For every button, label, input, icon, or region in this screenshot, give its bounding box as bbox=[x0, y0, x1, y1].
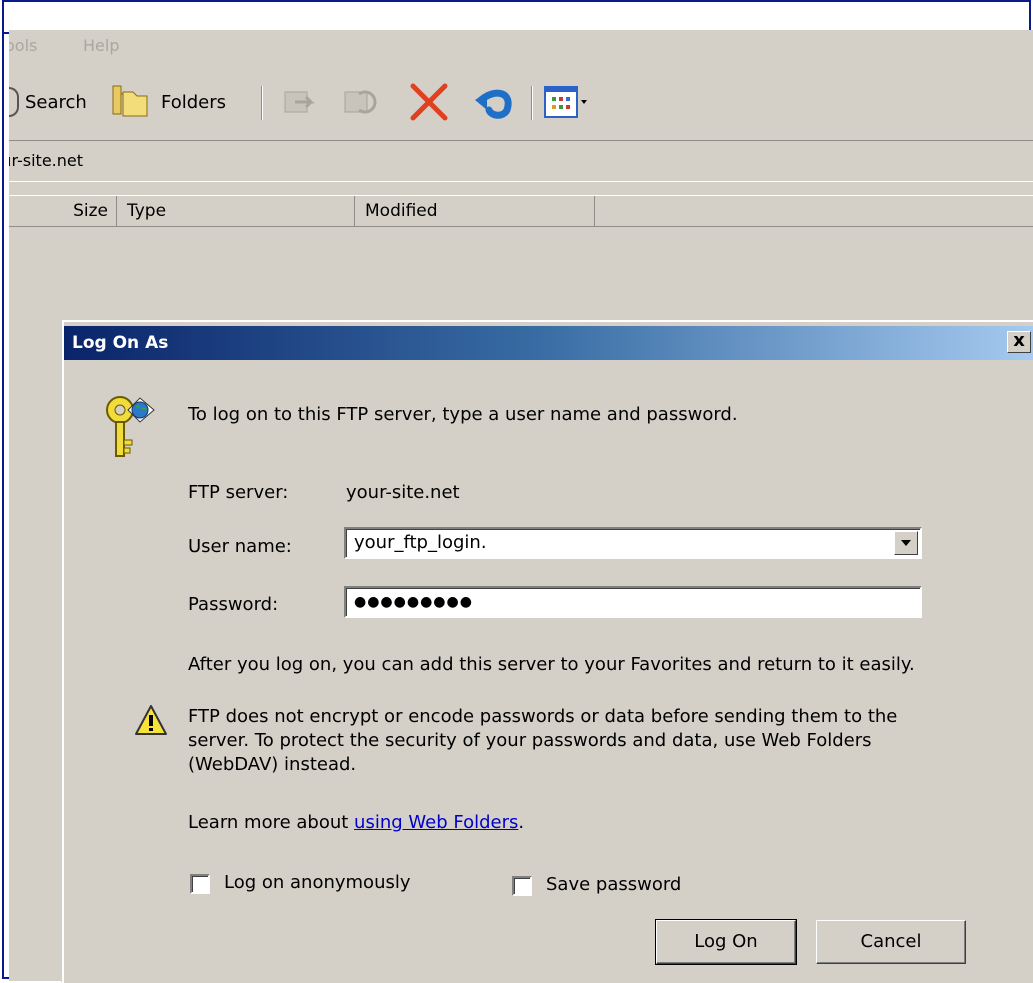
toolbar-separator bbox=[261, 86, 263, 120]
learn-more-prefix: Learn more about bbox=[188, 812, 355, 833]
username-dropdown-button[interactable] bbox=[894, 531, 918, 555]
warning-line-2: server. To protect the security of your … bbox=[188, 730, 872, 751]
username-value: your_ftp_login. bbox=[354, 532, 487, 553]
save-password-checkbox[interactable] bbox=[512, 876, 532, 896]
column-header-modified[interactable]: Modified bbox=[355, 196, 595, 226]
dialog-title-bar[interactable]: Log On As x bbox=[64, 326, 1033, 360]
menu-item-tools[interactable]: ools bbox=[9, 30, 37, 62]
views-icon bbox=[544, 86, 587, 118]
column-header-type[interactable]: Type bbox=[117, 196, 355, 226]
menu-item-help[interactable]: Help bbox=[83, 30, 119, 62]
cancel-button[interactable]: Cancel bbox=[816, 920, 966, 964]
chevron-down-icon bbox=[901, 540, 911, 546]
close-icon: x bbox=[1013, 330, 1025, 351]
key-globe-icon bbox=[102, 390, 158, 470]
toolbar: Search Folders bbox=[9, 72, 1033, 132]
username-label: User name: bbox=[188, 536, 292, 557]
password-field[interactable]: ●●●●●●●●● bbox=[344, 586, 922, 618]
delete-button[interactable] bbox=[407, 72, 451, 132]
address-text: ır-site.net bbox=[9, 151, 84, 170]
learn-more-suffix: . bbox=[518, 812, 525, 833]
menu-bar: ools Help bbox=[9, 30, 1033, 62]
move-to-button[interactable] bbox=[279, 72, 319, 132]
log-on-button[interactable]: Log On bbox=[655, 919, 797, 965]
views-button[interactable] bbox=[543, 72, 589, 132]
ftp-server-label: FTP server: bbox=[188, 482, 289, 503]
password-label: Password: bbox=[188, 594, 279, 615]
save-password-label: Save password bbox=[546, 874, 682, 895]
undo-button[interactable] bbox=[469, 72, 519, 132]
folders-icon bbox=[109, 80, 151, 125]
search-label: Search bbox=[25, 91, 87, 113]
address-bar[interactable]: ır-site.net bbox=[9, 140, 1033, 182]
search-icon bbox=[9, 87, 19, 117]
username-combobox[interactable]: your_ftp_login. bbox=[344, 527, 922, 559]
folders-label: Folders bbox=[161, 91, 227, 113]
intro-text: To log on to this FTP server, type a use… bbox=[188, 404, 738, 425]
warning-line-3: (WebDAV) instead. bbox=[188, 754, 357, 775]
undo-icon bbox=[475, 89, 512, 119]
favorites-note: After you log on, you can add this serve… bbox=[188, 654, 915, 675]
move-to-icon bbox=[284, 91, 315, 113]
close-button[interactable]: x bbox=[1007, 331, 1031, 353]
anonymous-label: Log on anonymously bbox=[224, 872, 411, 893]
copy-to-icon bbox=[344, 90, 377, 114]
column-headers: Size Type Modified bbox=[9, 195, 1033, 227]
ftp-server-value: your-site.net bbox=[346, 482, 460, 503]
dialog-title: Log On As bbox=[72, 333, 169, 353]
anonymous-checkbox[interactable] bbox=[190, 874, 210, 894]
copy-to-button[interactable] bbox=[339, 72, 379, 132]
web-folders-link[interactable]: using Web Folders bbox=[354, 812, 518, 833]
log-on-as-dialog: Log On As x To log on to this FTP server… bbox=[62, 320, 1033, 983]
column-header-size[interactable]: Size bbox=[9, 196, 117, 226]
warning-line-1: FTP does not encrypt or encode passwords… bbox=[188, 706, 898, 727]
password-value: ●●●●●●●●● bbox=[354, 594, 473, 610]
toolbar-separator bbox=[531, 86, 533, 120]
search-button[interactable]: Search bbox=[9, 72, 87, 132]
warning-icon bbox=[134, 704, 168, 740]
delete-icon bbox=[410, 83, 448, 121]
learn-more-text: Learn more about using Web Folders. bbox=[188, 812, 524, 833]
folders-button[interactable]: Folders bbox=[109, 72, 226, 132]
